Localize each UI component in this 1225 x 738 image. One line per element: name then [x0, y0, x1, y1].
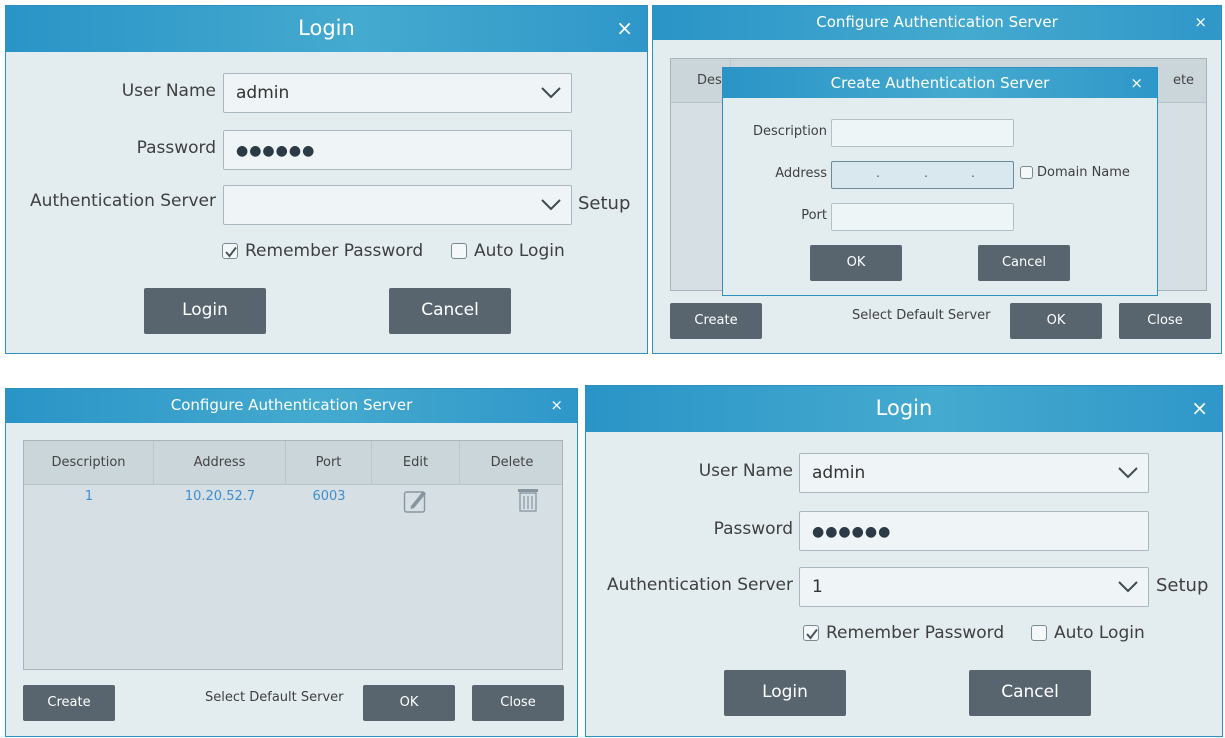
chevron-down-icon[interactable] — [1118, 467, 1138, 479]
create-server-dialog: Create Authentication Server × Descripti… — [722, 67, 1158, 296]
address-label: Address — [775, 166, 827, 181]
checkbox-unchecked-icon[interactable] — [1031, 625, 1047, 641]
domain-name-checkbox[interactable]: Domain Name — [1020, 165, 1130, 180]
username-select[interactable]: admin — [799, 453, 1149, 493]
setup-link[interactable]: Setup — [1156, 575, 1208, 596]
domain-name-label: Domain Name — [1037, 165, 1130, 180]
config-title: Configure Authentication Server — [170, 396, 413, 414]
login-titlebar: Login × — [6, 6, 647, 52]
port-label: Port — [801, 208, 827, 223]
close-icon[interactable]: × — [1130, 68, 1143, 98]
password-field[interactable]: ●●●●●● — [223, 130, 572, 170]
ip-separator: . — [971, 166, 975, 180]
login-title: Login — [298, 16, 355, 40]
checkbox-unchecked-icon[interactable] — [1020, 166, 1033, 179]
login-titlebar: Login × — [586, 386, 1222, 432]
table-row[interactable]: 1 10.20.52.7 6003 — [24, 485, 562, 521]
password-field[interactable]: ●●●●●● — [799, 511, 1149, 551]
create-server-title: Create Authentication Server — [830, 74, 1050, 92]
login-button[interactable]: Login — [144, 288, 266, 334]
chevron-down-icon[interactable] — [1118, 581, 1138, 593]
username-value: admin — [812, 463, 866, 483]
config-title: Configure Authentication Server — [816, 13, 1058, 31]
auto-login-checkbox[interactable]: Auto Login — [451, 241, 565, 261]
table-header: Description Address Port Edit Delete — [24, 441, 562, 485]
ok-button[interactable]: OK — [363, 685, 455, 721]
edit-icon[interactable] — [403, 487, 429, 513]
close-icon[interactable]: × — [550, 389, 563, 421]
config-titlebar: Configure Authentication Server × — [6, 389, 577, 423]
username-label: User Name — [121, 81, 216, 101]
auth-server-label: Authentication Server — [30, 191, 216, 211]
config-titlebar: Configure Authentication Server × — [653, 6, 1221, 40]
auth-server-select[interactable] — [223, 185, 572, 225]
username-select[interactable]: admin — [223, 73, 572, 113]
cell-port: 6003 — [312, 489, 346, 504]
ok-button[interactable]: OK — [810, 245, 902, 281]
auth-server-label: Authentication Server — [607, 575, 793, 595]
cell-address: 10.20.52.7 — [184, 489, 256, 504]
setup-link[interactable]: Setup — [578, 193, 630, 214]
select-default-server-label: Select Default Server — [852, 308, 991, 323]
create-button[interactable]: Create — [670, 303, 762, 339]
server-table: Description Address Port Edit Delete 1 1… — [23, 440, 563, 670]
username-value: admin — [236, 83, 290, 103]
close-icon[interactable]: × — [1191, 386, 1208, 430]
login-dialog-bottom: Login × User Name admin Password ●●●●●● … — [585, 385, 1223, 737]
cell-description: 1 — [84, 489, 94, 504]
column-header-delete: Delete — [490, 455, 534, 470]
config-dialog-bottom: Configure Authentication Server × Descri… — [5, 388, 578, 737]
checkbox-unchecked-icon[interactable] — [451, 243, 467, 259]
checkbox-checked-icon[interactable] — [222, 243, 238, 259]
column-header-delete: ete — [1172, 73, 1195, 88]
remember-password-label: Remember Password — [245, 241, 424, 261]
password-label: Password — [136, 138, 216, 158]
close-icon[interactable]: × — [1194, 6, 1207, 38]
cancel-button[interactable]: Cancel — [978, 245, 1070, 281]
auto-login-label: Auto Login — [1054, 623, 1145, 643]
password-label: Password — [713, 519, 793, 539]
close-button[interactable]: Close — [1119, 303, 1211, 339]
auth-server-value: 1 — [812, 577, 823, 597]
auth-server-select[interactable]: 1 — [799, 567, 1149, 607]
chevron-down-icon[interactable] — [541, 199, 561, 211]
login-button[interactable]: Login — [724, 670, 846, 716]
description-label: Description — [752, 124, 827, 139]
column-header-port: Port — [286, 441, 372, 485]
remember-password-checkbox[interactable]: Remember Password — [222, 241, 423, 261]
password-value: ●●●●●● — [236, 143, 316, 159]
description-input[interactable] — [831, 119, 1014, 147]
create-button[interactable]: Create — [23, 685, 115, 721]
login-dialog-top: Login × User Name admin Password ●●●●●● … — [5, 5, 648, 354]
checkbox-checked-icon[interactable] — [803, 625, 819, 641]
chevron-down-icon[interactable] — [541, 87, 561, 99]
username-label: User Name — [698, 461, 793, 481]
address-input[interactable]: . . . — [831, 161, 1014, 189]
config-dialog-top: Configure Authentication Server × Des et… — [652, 5, 1222, 354]
close-button[interactable]: Close — [472, 685, 564, 721]
auto-login-label: Auto Login — [474, 241, 565, 261]
login-title: Login — [875, 396, 933, 420]
column-header-address: Address — [154, 441, 286, 485]
cancel-button[interactable]: Cancel — [389, 288, 511, 334]
port-input[interactable] — [831, 203, 1014, 231]
create-server-titlebar: Create Authentication Server × — [723, 68, 1157, 98]
cancel-button[interactable]: Cancel — [969, 670, 1091, 716]
remember-password-checkbox[interactable]: Remember Password — [803, 623, 1004, 643]
close-icon[interactable]: × — [616, 6, 633, 50]
password-value: ●●●●●● — [812, 524, 892, 540]
ip-separator: . — [876, 166, 880, 180]
column-header-edit: Edit — [372, 441, 460, 485]
ok-button[interactable]: OK — [1010, 303, 1102, 339]
remember-password-label: Remember Password — [826, 623, 1005, 643]
auto-login-checkbox[interactable]: Auto Login — [1031, 623, 1145, 643]
delete-icon[interactable] — [517, 487, 539, 513]
column-header-description: Description — [24, 441, 154, 485]
ip-separator: . — [924, 166, 928, 180]
select-default-server-label: Select Default Server — [205, 690, 344, 705]
